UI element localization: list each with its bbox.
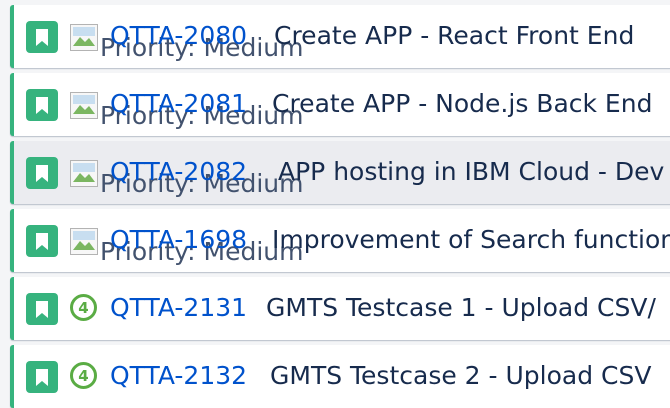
issue-key-link[interactable]: QTTA-1698 bbox=[110, 225, 247, 255]
issue-row[interactable]: 4 QTTA-2132 GMTS Testcase 2 - Upload CSV bbox=[10, 345, 670, 408]
story-bookmark-icon bbox=[26, 21, 58, 53]
issue-key-link[interactable]: QTTA-2080 bbox=[110, 21, 247, 51]
story-bookmark-icon bbox=[26, 89, 58, 121]
story-bookmark-icon bbox=[26, 157, 58, 189]
issue-summary: Improvement of Search function bbox=[272, 225, 670, 254]
story-bookmark-icon bbox=[26, 225, 58, 257]
issue-key-link[interactable]: QTTA-2131 bbox=[110, 293, 247, 323]
story-bookmark-icon bbox=[26, 293, 58, 325]
issue-key-link[interactable]: QTTA-2132 bbox=[110, 361, 247, 391]
broken-image-icon bbox=[70, 160, 98, 187]
story-bookmark-icon bbox=[26, 361, 58, 393]
issue-summary: Create APP - React Front End bbox=[274, 21, 635, 50]
issue-summary: GMTS Testcase 2 - Upload CSV bbox=[270, 361, 652, 390]
issue-key-link[interactable]: QTTA-2082 bbox=[110, 157, 247, 187]
issue-summary: GMTS Testcase 1 - Upload CSV/ bbox=[266, 293, 656, 322]
issue-summary: APP hosting in IBM Cloud - Dev bbox=[278, 157, 665, 186]
broken-image-icon bbox=[70, 92, 98, 119]
issue-row[interactable]: Priority: Medium QTTA-1698 Improvement o… bbox=[10, 209, 670, 272]
issue-row[interactable]: Priority: Medium QTTA-2081 Create APP - … bbox=[10, 73, 670, 136]
issue-key-link[interactable]: QTTA-2081 bbox=[110, 89, 247, 119]
issue-row[interactable]: Priority: Medium QTTA-2080 Create APP - … bbox=[10, 5, 670, 68]
issue-summary: Create APP - Node.js Back End bbox=[272, 89, 653, 118]
broken-image-icon bbox=[70, 228, 98, 255]
issue-list: Priority: Medium QTTA-2080 Create APP - … bbox=[0, 0, 670, 408]
story-points-badge: 4 bbox=[70, 362, 97, 389]
issue-row[interactable]: Priority: Medium QTTA-2082 APP hosting i… bbox=[10, 141, 670, 204]
story-points-badge: 4 bbox=[70, 294, 97, 321]
issue-row[interactable]: 4 QTTA-2131 GMTS Testcase 1 - Upload CSV… bbox=[10, 277, 670, 340]
broken-image-icon bbox=[70, 24, 98, 51]
